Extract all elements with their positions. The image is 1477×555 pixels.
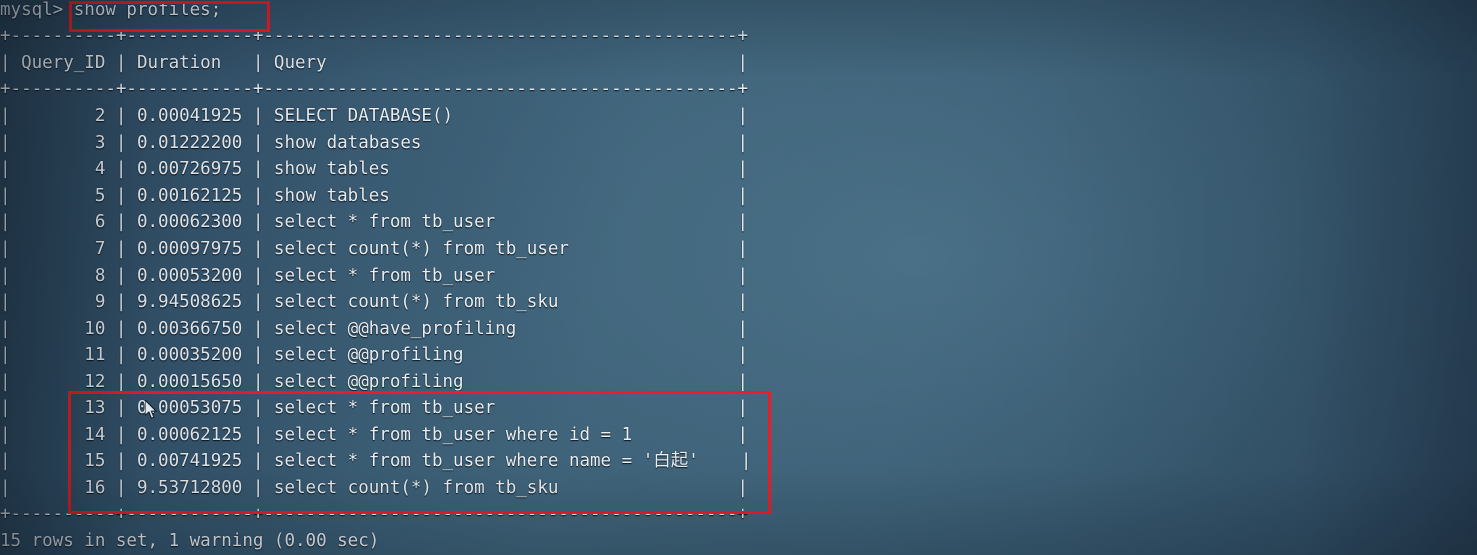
table-row: | 7 | 0.00097975 | select count(*) from … bbox=[0, 239, 749, 259]
table-row: | 6 | 0.00062300 | select * from tb_user… bbox=[0, 212, 749, 232]
table-row: | 9 | 9.94508625 | select count(*) from … bbox=[0, 292, 749, 312]
table-row: | 12 | 0.00015650 | select @@profiling | bbox=[0, 372, 749, 392]
table-row: | 8 | 0.00053200 | select * from tb_user… bbox=[0, 266, 749, 286]
table-row-highlighted: | 13 | 0.00053075 | select * from tb_use… bbox=[0, 398, 749, 418]
table-border-top: +----------+------------+---------------… bbox=[0, 26, 749, 46]
table-row-highlighted: | 15 | 0.00741925 | select * from tb_use… bbox=[0, 451, 752, 471]
table-row-highlighted: | 14 | 0.00062125 | select * from tb_use… bbox=[0, 425, 749, 445]
table-row: | 10 | 0.00366750 | select @@have_profil… bbox=[0, 319, 749, 339]
status-line: 15 rows in set, 1 warning (0.00 sec) bbox=[0, 531, 380, 551]
table-row: | 2 | 0.00041925 | SELECT DATABASE() | bbox=[0, 106, 749, 126]
table-row: | 4 | 0.00726975 | show tables | bbox=[0, 159, 749, 179]
terminal-screen: mysql> show profiles; +----------+------… bbox=[0, 0, 1477, 555]
mouse-pointer-icon bbox=[145, 400, 157, 419]
table-row: | 5 | 0.00162125 | show tables | bbox=[0, 186, 749, 206]
table-header-row: | Query_ID | Duration | Query | bbox=[0, 53, 749, 73]
prompt-line: mysql> show profiles; bbox=[0, 0, 222, 20]
table-row: | 11 | 0.00035200 | select @@profiling | bbox=[0, 345, 749, 365]
table-border-header: +----------+------------+---------------… bbox=[0, 79, 749, 99]
table-border-bottom: +----------+------------+---------------… bbox=[0, 504, 749, 524]
table-row: | 3 | 0.01222200 | show databases | bbox=[0, 133, 749, 153]
table-row-highlighted: | 16 | 9.53712800 | select count(*) from… bbox=[0, 478, 749, 498]
